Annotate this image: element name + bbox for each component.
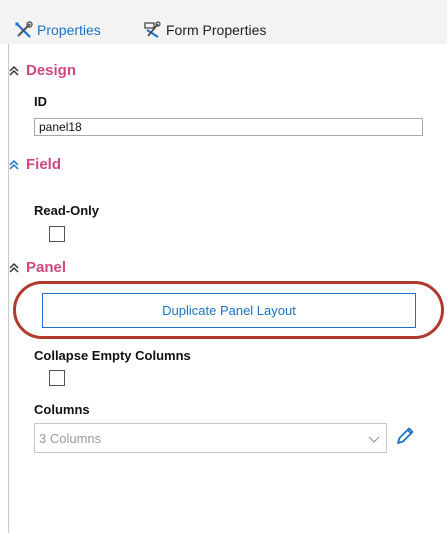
collapse-chevron-icon [8,65,20,77]
tab-properties-label: Properties [37,22,101,38]
section-panel-title: Panel [26,259,67,276]
columns-label: Columns [34,402,90,417]
tools-icon [14,20,34,40]
columns-select[interactable]: 3 Columns [34,423,387,453]
collapse-empty-columns-label: Collapse Empty Columns [34,348,191,363]
collapse-chevron-icon [8,262,20,274]
section-panel-header[interactable]: Panel [8,259,66,276]
tab-bar: Properties Form Properties [0,14,447,47]
chevron-down-icon [368,433,380,445]
readonly-checkbox[interactable] [49,226,65,242]
tab-form-properties[interactable]: Form Properties [143,18,266,42]
readonly-label: Read-Only [34,203,100,218]
duplicate-panel-layout-button[interactable]: Duplicate Panel Layout [42,293,416,328]
id-label: ID [34,94,47,109]
section-design-title: Design [26,62,77,79]
collapse-empty-columns-checkbox[interactable] [49,370,65,386]
top-strip [0,0,447,14]
tab-properties[interactable]: Properties [10,18,105,47]
tab-form-properties-label: Form Properties [166,22,267,38]
form-properties-icon [143,20,163,40]
section-field-title: Field [26,156,62,173]
section-field-header[interactable]: Field [8,156,61,173]
edit-pencil-icon[interactable] [393,424,417,448]
id-input[interactable] [34,118,423,136]
collapse-chevron-icon [8,159,20,171]
columns-select-value: 3 Columns [39,430,102,446]
section-design-header[interactable]: Design [8,62,76,79]
